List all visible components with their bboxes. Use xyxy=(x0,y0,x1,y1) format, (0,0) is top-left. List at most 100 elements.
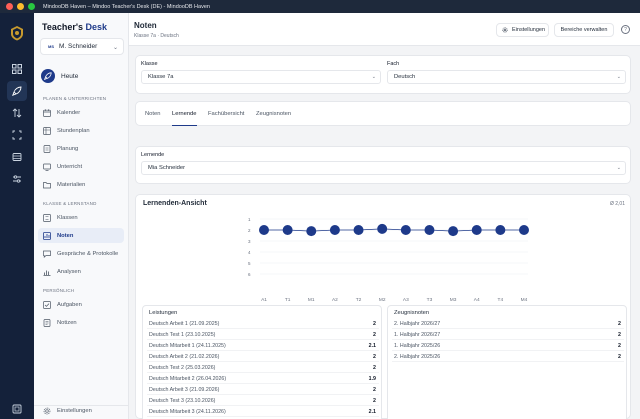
zeugnisnoten-row[interactable]: 1. Halbjahr 2025/26 2 xyxy=(392,341,624,351)
rail-sync-button[interactable] xyxy=(7,103,27,123)
leistungen-row-value: 1.9 xyxy=(368,375,376,382)
x-tick-label: T3 xyxy=(427,297,433,303)
page-title: Noten xyxy=(134,21,157,30)
sidebar-item-aufgaben[interactable]: Aufgaben xyxy=(38,297,124,312)
tab-fachuebersicht[interactable]: Fachübersicht xyxy=(208,102,244,126)
timetable-icon xyxy=(43,126,51,135)
zeugnisnoten-row[interactable]: 2. Halbjahr 2026/27 2 xyxy=(392,319,624,329)
tab-noten[interactable]: Noten xyxy=(145,102,160,126)
sidebar-item-unterricht[interactable]: Unterricht xyxy=(38,159,124,174)
data-point[interactable] xyxy=(424,225,435,235)
zeugnisnoten-row[interactable]: 1. Halbjahr 2026/27 2 xyxy=(392,330,624,340)
data-point[interactable] xyxy=(471,225,482,235)
rail-teachers-desk-button[interactable] xyxy=(7,81,27,101)
help-icon[interactable]: ? xyxy=(621,25,630,34)
data-point[interactable] xyxy=(353,225,364,235)
zeugnisnoten-row[interactable]: 2. Halbjahr 2025/26 2 xyxy=(392,352,624,362)
y-tick-label: 2 xyxy=(248,228,251,233)
sidebar-item-notizen[interactable]: Notizen xyxy=(38,315,124,330)
sidebar-item-kalender[interactable]: Kalender xyxy=(38,105,124,120)
x-tick-label: M1 xyxy=(308,297,315,303)
leistungen-row-label: Deutsch Mitarbeit 2 (26.04.2026) xyxy=(149,375,227,382)
learner-select[interactable]: Mia Schneider ⌄ xyxy=(141,161,626,175)
leistungen-row[interactable]: Deutsch Mitarbeit 1 (24.11.2025) 2.1 xyxy=(147,341,379,351)
leistungen-row-value: 2 xyxy=(373,331,376,338)
data-point[interactable] xyxy=(306,226,317,237)
data-point[interactable] xyxy=(377,223,388,234)
leistungen-row[interactable]: Deutsch Arbeit 3 (21.09.2026) 2 xyxy=(147,385,379,395)
klasse-select[interactable]: Klasse 7a ⌄ xyxy=(141,70,381,84)
leistungen-row[interactable]: Deutsch Mitarbeit 2 (26.04.2026) 1.9 xyxy=(147,374,379,384)
zeugnisnoten-title: Zeugnisnoten xyxy=(394,310,430,316)
leistungen-row[interactable]: Deutsch Test 2 (25.03.2026) 2 xyxy=(147,363,379,373)
sidebar-item-einstellungen[interactable]: Einstellungen xyxy=(38,403,124,418)
user-name: M. Schneider xyxy=(59,43,98,50)
x-tick-label: T1 xyxy=(285,297,291,303)
sidebar-item-noten[interactable]: Noten xyxy=(38,228,124,243)
tab-lernende[interactable]: Lernende xyxy=(172,102,197,126)
tasks-icon xyxy=(43,300,51,309)
data-point[interactable] xyxy=(259,225,269,235)
window-title: MindooDB Haven – Mindoo Teacher's Desk (… xyxy=(43,3,210,10)
app-logo-icon xyxy=(11,26,23,41)
notes-icon xyxy=(43,318,51,327)
x-tick-label: M4 xyxy=(521,297,528,303)
leistungen-row[interactable]: Deutsch Test 1 (23.10.2025) 2 xyxy=(147,330,379,340)
manage-areas-label: Bereiche verwalten xyxy=(560,27,608,33)
user-switcher[interactable]: MS M. Schneider ⌄ xyxy=(40,38,124,55)
data-point[interactable] xyxy=(495,225,506,235)
manage-areas-button[interactable]: Bereiche verwalten xyxy=(554,23,614,37)
rail-scan-button[interactable] xyxy=(7,125,27,145)
materials-icon xyxy=(43,181,51,189)
learner-card: Lernende Mia Schneider ⌄ xyxy=(135,146,631,184)
rail-apps-button[interactable] xyxy=(7,399,27,419)
data-point[interactable] xyxy=(448,226,459,237)
fach-value: Deutsch xyxy=(394,74,416,80)
leistungen-row-label: Deutsch Test 3 (23.10.2026) xyxy=(149,397,216,404)
data-point[interactable] xyxy=(329,225,340,235)
zeugnisnoten-row-label: 1. Halbjahr 2025/26 xyxy=(394,342,441,349)
learner-label: Lernende xyxy=(141,152,165,158)
sidebar-item-stundenplan[interactable]: Stundenplan xyxy=(38,123,124,138)
rail-dashboard-button[interactable] xyxy=(7,59,27,79)
leistungen-row-label: Deutsch Test 2 (25.03.2026) xyxy=(149,364,216,371)
sidebar-item-materialien[interactable]: Materialien xyxy=(38,177,124,192)
data-point[interactable] xyxy=(519,225,529,235)
sidebar-item-analysen[interactable]: Analysen xyxy=(38,264,124,279)
x-tick-label: A2 xyxy=(332,297,338,303)
sort-arrows-icon xyxy=(12,108,22,118)
leistungen-row[interactable]: Deutsch Test 3 (23.10.2026) 2 xyxy=(147,396,379,406)
sidebar-item-planung[interactable]: Planung xyxy=(38,141,124,156)
x-tick-label: M3 xyxy=(450,297,457,303)
sidebar-item-gespraeche[interactable]: Gespräche & Protokolle xyxy=(38,246,124,261)
close-window-button[interactable] xyxy=(6,3,13,10)
rocket-icon xyxy=(12,86,22,96)
data-point[interactable] xyxy=(400,225,411,235)
data-point[interactable] xyxy=(282,225,293,235)
leistungen-title: Leistungen xyxy=(149,310,178,316)
leistungen-row-value: 2 xyxy=(373,386,376,393)
sidebar-item-label: Analysen xyxy=(57,268,81,275)
today-button[interactable]: Heute xyxy=(41,69,78,83)
rail-database-button[interactable] xyxy=(7,147,27,167)
sidebar-item-klassen[interactable]: Klassen xyxy=(38,210,124,225)
rail-settings-button[interactable] xyxy=(7,169,27,189)
leistungen-row[interactable]: Deutsch Arbeit 1 (21.09.2025) 2 xyxy=(147,319,379,329)
user-initials: MS xyxy=(48,44,54,49)
brand-logo-text: Teacher's Desk xyxy=(42,22,107,32)
leistungen-panel: Leistungen Deutsch Arbeit 1 (21.09.2025)… xyxy=(142,305,382,419)
minimize-window-button[interactable] xyxy=(17,3,24,10)
leistungen-row[interactable]: Deutsch Arbeit 2 (21.02.2026) 2 xyxy=(147,352,379,362)
learner-value: Mia Schneider xyxy=(148,165,186,171)
calendar-icon xyxy=(43,108,51,117)
sidebar-item-label: Einstellungen xyxy=(57,407,92,414)
leistungen-row[interactable]: Deutsch Mitarbeit 3 (24.11.2026) 2.1 xyxy=(147,407,379,417)
zeugnisnoten-row-label: 1. Halbjahr 2026/27 xyxy=(394,331,441,338)
page-header: Noten Klasse 7a · Deutsch Einstellungen … xyxy=(129,13,640,46)
settings-button[interactable]: Einstellungen xyxy=(496,23,549,37)
klasse-value: Klasse 7a xyxy=(148,74,174,80)
tab-zeugnisnoten[interactable]: Zeugnisnoten xyxy=(256,102,291,126)
zoom-window-button[interactable] xyxy=(28,3,35,10)
fach-select[interactable]: Deutsch ⌄ xyxy=(387,70,626,84)
sidebar-item-label: Notizen xyxy=(57,319,77,326)
